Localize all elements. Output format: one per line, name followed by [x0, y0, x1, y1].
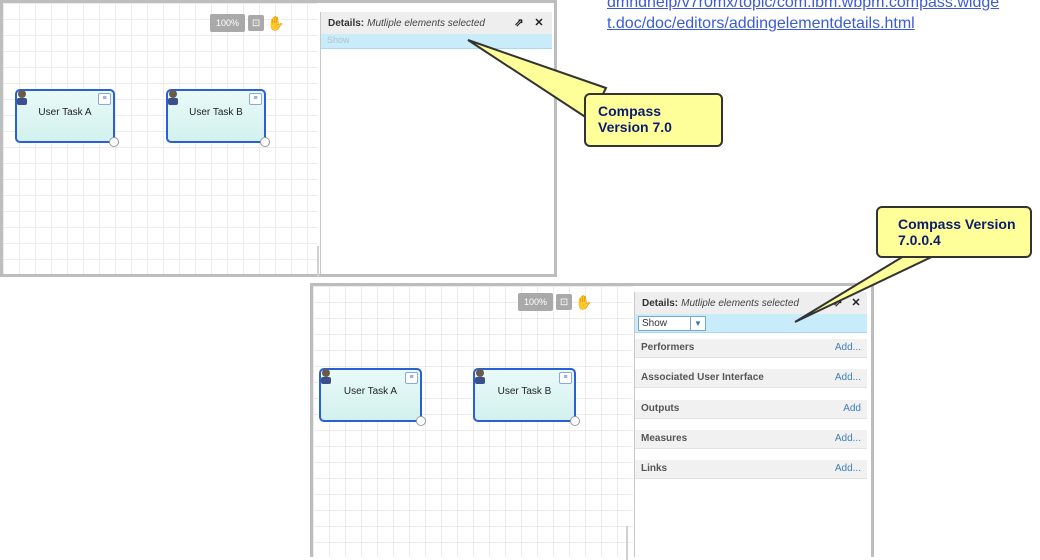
add-performers-link[interactable]: Add...: [835, 342, 861, 353]
show-bar: Show ▼: [635, 314, 867, 333]
documentation-link[interactable]: dmndhelp/v7r0mx/topic/com.ibm.wbpm.compa…: [607, 0, 1007, 34]
section-name: Outputs: [641, 403, 680, 414]
task-label: User Task A: [343, 386, 398, 397]
chevron-down-icon[interactable]: ▼: [690, 317, 705, 330]
show-label: Show: [327, 35, 350, 45]
user-task-b[interactable]: ≡ User Task B: [166, 89, 270, 147]
details-title: Details:: [328, 17, 365, 29]
canvas-toolbar: 100% ⊡ ✋: [210, 14, 285, 32]
section-links: Links Add...: [635, 460, 867, 479]
add-measures-link[interactable]: Add...: [835, 433, 861, 444]
callout-v70-box: Compass Version 7.0: [584, 93, 723, 147]
user-task-icon: [17, 90, 27, 105]
close-icon[interactable]: ✕: [532, 16, 546, 30]
section-outputs: Outputs Add: [635, 400, 867, 419]
add-outputs-link[interactable]: Add: [843, 403, 861, 414]
close-icon[interactable]: ✕: [849, 296, 863, 310]
section-performers: Performers Add...: [635, 339, 867, 358]
details-panel: Details: Mutliple elements selected ⇗ ✕ …: [320, 12, 552, 274]
callout-v70-text: Compass Version 7.0: [598, 103, 672, 135]
connection-port[interactable]: [260, 137, 270, 147]
connection-port[interactable]: [570, 416, 580, 426]
connection-port[interactable]: [109, 137, 119, 147]
show-bar[interactable]: Show: [321, 34, 552, 49]
section-associated-ui: Associated User Interface Add...: [635, 369, 867, 388]
editor-v70: 100% ⊡ ✋ ≡ User Task A ≡ User Task B Det…: [0, 0, 557, 277]
callout-v7004-text: Compass Version 7.0.0.4: [898, 216, 1016, 248]
add-associated-ui-link[interactable]: Add...: [835, 372, 861, 383]
list-menu-icon[interactable]: ≡: [249, 93, 262, 105]
section-name: Links: [641, 463, 668, 474]
editor-v7004: 100% ⊡ ✋ ≡ User Task A ≡ User Task B Det…: [310, 283, 874, 560]
user-task-icon: [168, 90, 178, 105]
details-title: Details:: [642, 297, 679, 309]
canvas-splitter[interactable]: [626, 526, 628, 560]
details-panel: Details: Mutliple elements selected ⇗ ✕ …: [634, 292, 867, 557]
section-name: Associated User Interface: [641, 372, 764, 383]
show-select[interactable]: Show ▼: [638, 316, 706, 331]
list-menu-icon[interactable]: ≡: [98, 93, 111, 105]
section-name: Performers: [641, 342, 695, 353]
section-name: Measures: [641, 433, 688, 444]
task-label: User Task B: [189, 107, 243, 118]
user-task-icon: [475, 369, 485, 384]
pan-hand-icon[interactable]: ✋: [267, 14, 285, 32]
pan-hand-icon[interactable]: ✋: [575, 293, 593, 311]
fit-to-screen-icon[interactable]: ⊡: [248, 15, 265, 31]
user-task-icon: [321, 369, 331, 384]
zoom-level[interactable]: 100%: [210, 14, 246, 32]
restore-icon[interactable]: ⇗: [831, 296, 845, 310]
task-label: User Task B: [497, 386, 552, 397]
canvas-splitter[interactable]: [317, 246, 319, 277]
user-task-a[interactable]: ≡ User Task A: [15, 89, 119, 147]
restore-icon[interactable]: ⇗: [512, 16, 526, 30]
add-links-link[interactable]: Add...: [835, 463, 861, 474]
user-task-b[interactable]: ≡ User Task B: [473, 368, 580, 426]
user-task-a[interactable]: ≡ User Task A: [319, 368, 426, 426]
task-label: User Task A: [38, 107, 92, 118]
zoom-level[interactable]: 100%: [518, 293, 554, 311]
list-menu-icon[interactable]: ≡: [405, 372, 418, 384]
connection-port[interactable]: [416, 416, 426, 426]
canvas-toolbar: 100% ⊡ ✋: [518, 293, 593, 311]
section-measures: Measures Add...: [635, 430, 867, 449]
details-subtitle: Mutliple elements selected: [367, 17, 485, 29]
details-subtitle: Mutliple elements selected: [681, 297, 799, 309]
callout-v7004-box: Compass Version 7.0.0.4: [876, 206, 1032, 258]
list-menu-icon[interactable]: ≡: [559, 372, 572, 384]
fit-to-screen-icon[interactable]: ⊡: [556, 294, 573, 310]
